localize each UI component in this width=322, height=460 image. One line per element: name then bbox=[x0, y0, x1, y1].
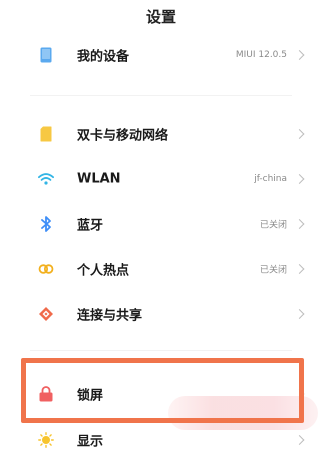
chevron-right-icon bbox=[294, 50, 305, 60]
sim-card-icon bbox=[38, 126, 54, 142]
decorative-blob bbox=[168, 396, 318, 430]
settings-item-label: 个人热点 bbox=[77, 263, 130, 279]
section-divider bbox=[30, 95, 292, 96]
settings-item-hotspot[interactable]: 个人热点 已关闭 bbox=[0, 249, 322, 289]
phone-icon bbox=[38, 47, 54, 63]
lock-icon bbox=[38, 386, 54, 402]
wlan-network-value: jf-china bbox=[254, 174, 287, 184]
chevron-right-icon bbox=[294, 219, 305, 229]
settings-item-dual-sim[interactable]: 双卡与移动网络 bbox=[0, 114, 322, 154]
page-title: 设置 bbox=[145, 8, 176, 26]
settings-item-label: 连接与共享 bbox=[77, 308, 143, 324]
hotspot-icon bbox=[38, 261, 54, 277]
chevron-right-icon bbox=[294, 174, 305, 184]
settings-item-label: WLAN bbox=[77, 171, 121, 187]
wifi-icon bbox=[38, 171, 54, 187]
chevron-right-icon bbox=[294, 129, 305, 139]
settings-item-connect-share[interactable]: 连接与共享 bbox=[0, 294, 322, 334]
connection-icon bbox=[38, 306, 54, 322]
chevron-right-icon bbox=[294, 309, 305, 319]
chevron-right-icon bbox=[294, 264, 305, 274]
settings-item-label: 双卡与移动网络 bbox=[77, 128, 169, 144]
bluetooth-status-value: 已关闭 bbox=[259, 220, 287, 231]
bluetooth-icon bbox=[38, 216, 54, 232]
settings-item-label: 显示 bbox=[77, 434, 104, 450]
section-divider bbox=[30, 350, 292, 351]
settings-item-wlan[interactable]: WLAN jf-china bbox=[0, 159, 322, 199]
settings-item-my-device[interactable]: 我的设备 MIUI 12.0.5 bbox=[0, 35, 322, 75]
settings-item-label: 蓝牙 bbox=[77, 218, 104, 234]
chevron-right-icon bbox=[294, 435, 305, 445]
hotspot-status-value: 已关闭 bbox=[259, 265, 287, 276]
settings-item-label: 锁屏 bbox=[77, 388, 104, 404]
settings-item-label: 我的设备 bbox=[77, 49, 130, 65]
os-version-value: MIUI 12.0.5 bbox=[235, 50, 287, 60]
settings-item-bluetooth[interactable]: 蓝牙 已关闭 bbox=[0, 204, 322, 244]
sun-icon bbox=[38, 432, 54, 448]
